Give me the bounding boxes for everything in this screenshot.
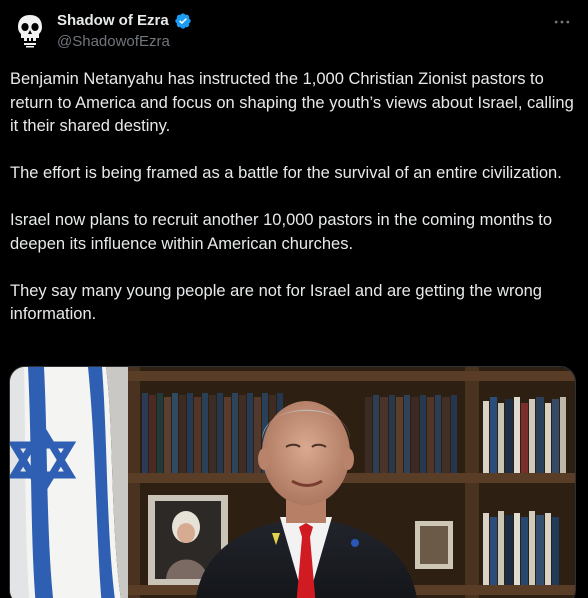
tweet-paragraph: Israel now plans to recruit another 10,0… — [10, 211, 553, 253]
tweet-paragraph: The effort is being framed as a battle f… — [10, 164, 562, 182]
skull-logo-icon — [10, 10, 50, 50]
more-options-button[interactable] — [550, 10, 574, 34]
author-handle[interactable]: @ShadowofEzra — [57, 33, 170, 51]
tweet-paragraph: Benjamin Netanyahu has instructed the 1,… — [10, 70, 574, 135]
tweet-text: Benjamin Netanyahu has instructed the 1,… — [10, 68, 580, 327]
tweet-paragraph: They say many young people are not for I… — [10, 281, 542, 324]
tweet-media-image[interactable] — [9, 366, 576, 598]
more-options-icon — [554, 20, 570, 24]
media-photo — [10, 367, 575, 598]
author-avatar[interactable] — [10, 10, 50, 50]
author-name-row[interactable]: Shadow of Ezra — [57, 12, 192, 30]
tweet-card: Shadow of Ezra @ShadowofEzra Benjamin Ne… — [0, 0, 588, 598]
verified-badge-icon — [175, 13, 191, 29]
author-display-name[interactable]: Shadow of Ezra — [57, 12, 169, 30]
